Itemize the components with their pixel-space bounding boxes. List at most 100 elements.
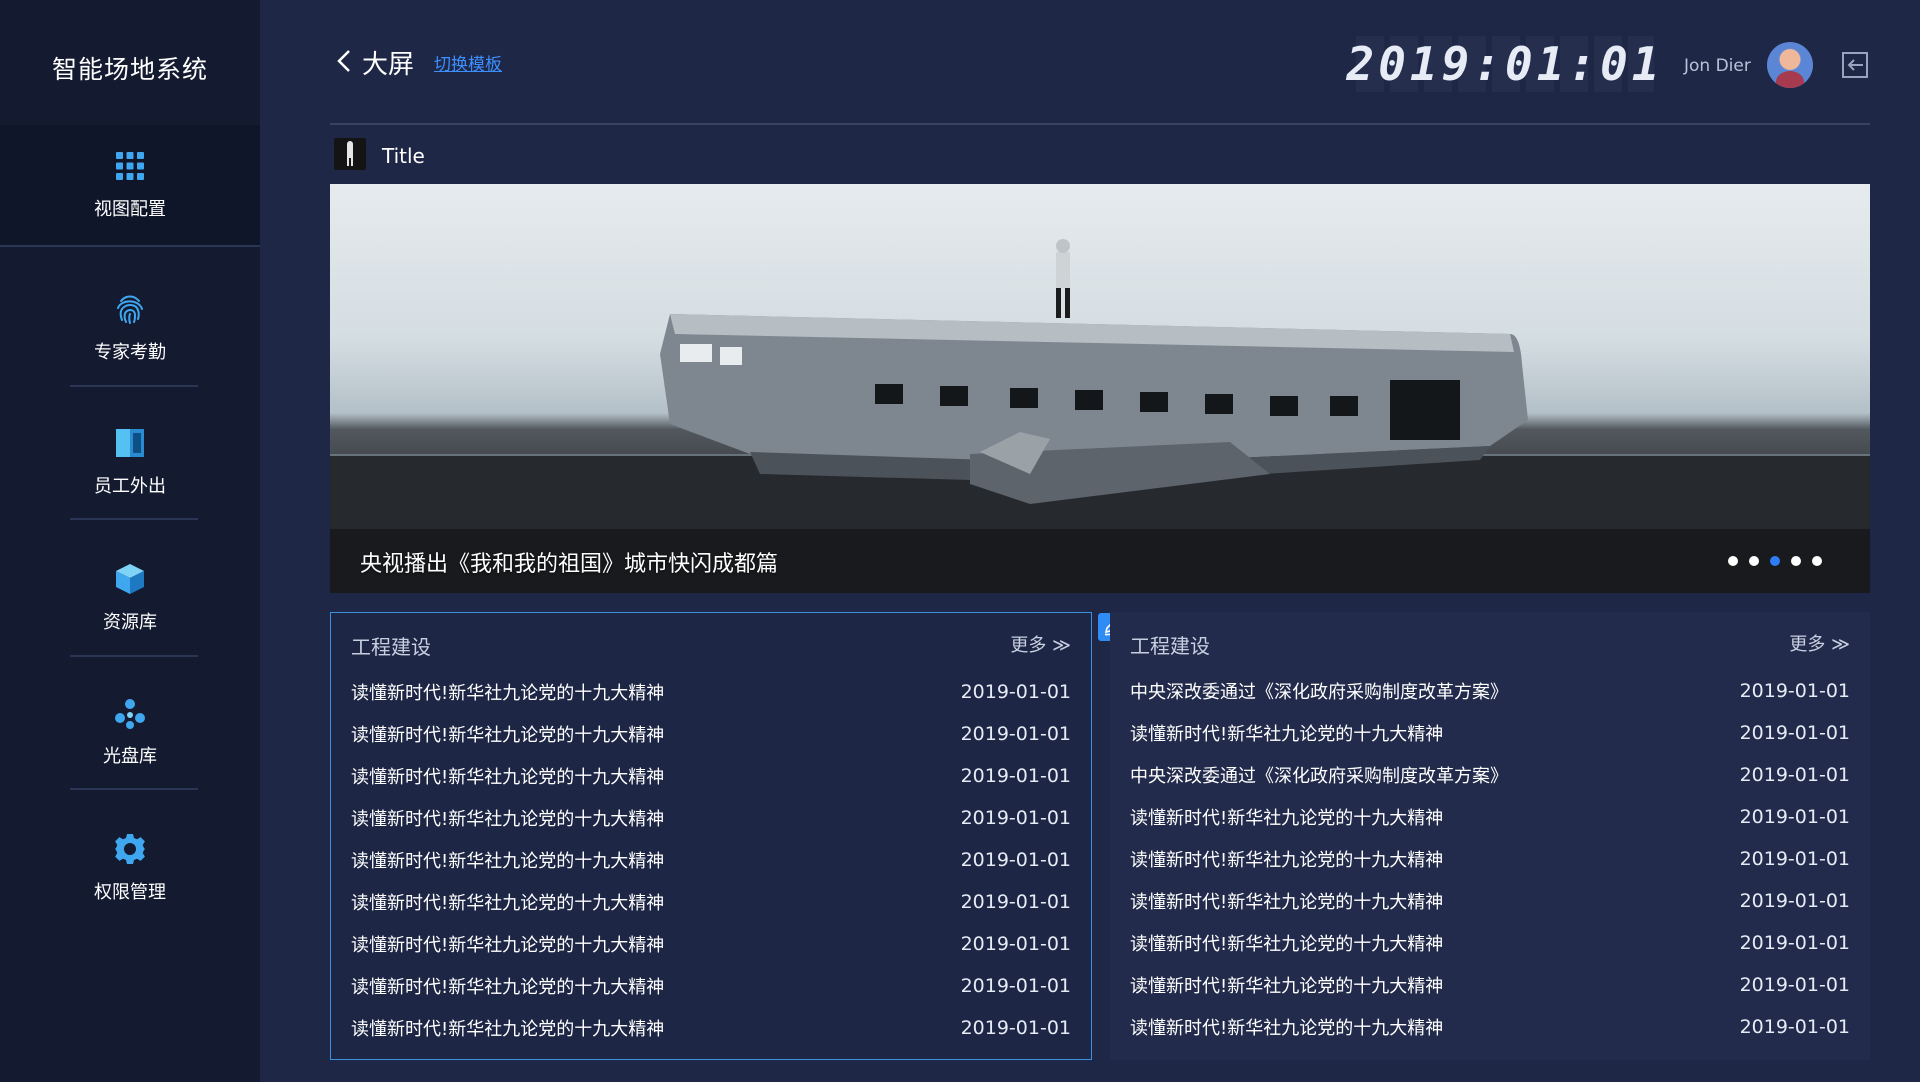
news-date: 2019-01-01 bbox=[960, 681, 1071, 703]
list-item[interactable]: 读懂新时代!新华社九论党的十九大精神 2019-01-01 bbox=[1130, 880, 1850, 922]
carousel-dot[interactable] bbox=[1728, 556, 1738, 566]
sidebar-item-view-config[interactable]: 视图配置 bbox=[0, 125, 260, 245]
grid-icon bbox=[116, 152, 144, 180]
sidebar-item-label: 专家考勤 bbox=[94, 342, 166, 363]
news-date: 2019-01-01 bbox=[960, 891, 1071, 913]
news-title: 读懂新时代!新华社九论党的十九大精神 bbox=[351, 1019, 665, 1040]
news-date: 2019-01-01 bbox=[960, 807, 1071, 829]
list-item[interactable]: 读懂新时代!新华社九论党的十九大精神 2019-01-01 bbox=[1130, 796, 1850, 838]
news-date: 2019-01-01 bbox=[1739, 1016, 1850, 1038]
switch-template-link[interactable]: 切换模板 bbox=[434, 50, 502, 75]
news-title: 读懂新时代!新华社九论党的十九大精神 bbox=[351, 977, 665, 998]
carousel-dots bbox=[1728, 556, 1822, 566]
news-title: 读懂新时代!新华社九论党的十九大精神 bbox=[1130, 934, 1444, 955]
news-date: 2019-01-01 bbox=[1739, 890, 1850, 912]
news-title: 读懂新时代!新华社九论党的十九大精神 bbox=[351, 935, 665, 956]
list-item[interactable]: 读懂新时代!新华社九论党的十九大精神 2019-01-01 bbox=[351, 671, 1071, 713]
news-panel-right: 工程建设 更多 ≫ 中央深改委通过《深化政府采购制度改革方案》 2019-01-0… bbox=[1110, 612, 1870, 1060]
news-title: 中央深改委通过《深化政府采购制度改革方案》 bbox=[1130, 682, 1508, 703]
news-title: 读懂新时代!新华社九论党的十九大精神 bbox=[1130, 976, 1444, 997]
sidebar-item-staff-out[interactable]: 员工外出 bbox=[0, 402, 260, 522]
digital-clock: 2019:01:01 bbox=[1346, 36, 1664, 92]
page-title: 大屏 bbox=[362, 50, 415, 80]
news-date: 2019-01-01 bbox=[1739, 932, 1850, 954]
news-date: 2019-01-01 bbox=[960, 723, 1071, 745]
news-title: 读懂新时代!新华社九论党的十九大精神 bbox=[1130, 808, 1444, 829]
carousel-dot[interactable] bbox=[1749, 556, 1759, 566]
news-title: 读懂新时代!新华社九论党的十九大精神 bbox=[1130, 1018, 1444, 1039]
carousel-dot[interactable] bbox=[1791, 556, 1801, 566]
sidebar-item-label: 员工外出 bbox=[94, 476, 166, 497]
news-list: 读懂新时代!新华社九论党的十九大精神 2019-01-01 读懂新时代!新华社九论… bbox=[351, 671, 1071, 1049]
news-date: 2019-01-01 bbox=[960, 765, 1071, 787]
news-title: 读懂新时代!新华社九论党的十九大精神 bbox=[1130, 850, 1444, 871]
section-thumbnail-icon bbox=[334, 138, 366, 170]
list-item[interactable]: 读懂新时代!新华社九论党的十九大精神 2019-01-01 bbox=[351, 923, 1071, 965]
sidebar: 智能场地系统 视图配置 专家考勤 员工外出 资源库 光盘库 权限管理 bbox=[0, 0, 260, 1082]
chevron-left-icon[interactable] bbox=[336, 48, 352, 74]
sidebar-item-resource-library[interactable]: 资源库 bbox=[0, 538, 260, 658]
more-link[interactable]: 更多 ≫ bbox=[1789, 630, 1850, 656]
list-item[interactable]: 读懂新时代!新华社九论党的十九大精神 2019-01-01 bbox=[351, 965, 1071, 1007]
panel-title: 工程建设 bbox=[351, 635, 431, 659]
news-date: 2019-01-01 bbox=[960, 975, 1071, 997]
news-date: 2019-01-01 bbox=[1739, 722, 1850, 744]
more-link[interactable]: 更多 ≫ bbox=[1010, 631, 1071, 657]
divider bbox=[0, 245, 260, 247]
list-item[interactable]: 中央深改委通过《深化政府采购制度改革方案》 2019-01-01 bbox=[1130, 754, 1850, 796]
list-item[interactable]: 读懂新时代!新华社九论党的十九大精神 2019-01-01 bbox=[1130, 838, 1850, 880]
news-list: 中央深改委通过《深化政府采购制度改革方案》 2019-01-01 读懂新时代!新华… bbox=[1130, 670, 1850, 1048]
news-title: 读懂新时代!新华社九论党的十九大精神 bbox=[351, 767, 665, 788]
list-item[interactable]: 读懂新时代!新华社九论党的十九大精神 2019-01-01 bbox=[351, 839, 1071, 881]
banner-caption: 央视播出《我和我的祖国》城市快闪成都篇 bbox=[360, 552, 779, 577]
list-item[interactable]: 读懂新时代!新华社九论党的十九大精神 2019-01-01 bbox=[351, 755, 1071, 797]
header-divider bbox=[330, 123, 1870, 125]
app-title: 智能场地系统 bbox=[51, 55, 208, 84]
news-title: 读懂新时代!新华社九论党的十九大精神 bbox=[351, 809, 665, 830]
news-panel-left: 工程建设 更多 ≫ 读懂新时代!新华社九论党的十九大精神 2019-01-01 读… bbox=[330, 612, 1092, 1060]
cube-icon bbox=[116, 564, 144, 594]
sidebar-item-label: 权限管理 bbox=[94, 882, 166, 903]
sidebar-item-expert-attendance[interactable]: 专家考勤 bbox=[0, 268, 260, 388]
list-item[interactable]: 读懂新时代!新华社九论党的十九大精神 2019-01-01 bbox=[351, 797, 1071, 839]
sidebar-item-disc-library[interactable]: 光盘库 bbox=[0, 672, 260, 792]
news-date: 2019-01-01 bbox=[1739, 974, 1850, 996]
banner-carousel[interactable]: 央视播出《我和我的祖国》城市快闪成都篇 bbox=[330, 184, 1870, 593]
carousel-dot[interactable] bbox=[1812, 556, 1822, 566]
section-title: Title bbox=[382, 144, 425, 168]
list-item[interactable]: 读懂新时代!新华社九论党的十九大精神 2019-01-01 bbox=[351, 1007, 1071, 1049]
list-item[interactable]: 读懂新时代!新华社九论党的十九大精神 2019-01-01 bbox=[351, 713, 1071, 755]
banner-image bbox=[330, 239, 1870, 593]
sidebar-item-label: 资源库 bbox=[103, 612, 157, 633]
sidebar-item-label: 光盘库 bbox=[103, 746, 157, 767]
news-title: 读懂新时代!新华社九论党的十九大精神 bbox=[351, 683, 665, 704]
divider bbox=[70, 518, 198, 520]
logout-icon[interactable] bbox=[1840, 50, 1870, 80]
news-title: 读懂新时代!新华社九论党的十九大精神 bbox=[351, 893, 665, 914]
panel-icon bbox=[116, 429, 144, 457]
news-date: 2019-01-01 bbox=[1739, 848, 1850, 870]
news-date: 2019-01-01 bbox=[960, 933, 1071, 955]
news-title: 读懂新时代!新华社九论党的十九大精神 bbox=[351, 725, 665, 746]
list-item[interactable]: 读懂新时代!新华社九论党的十九大精神 2019-01-01 bbox=[1130, 922, 1850, 964]
sidebar-item-permission-management[interactable]: 权限管理 bbox=[0, 808, 260, 928]
divider bbox=[70, 655, 198, 657]
list-item[interactable]: 读懂新时代!新华社九论党的十九大精神 2019-01-01 bbox=[1130, 712, 1850, 754]
news-title: 中央深改委通过《深化政府采购制度改革方案》 bbox=[1130, 766, 1508, 787]
news-date: 2019-01-01 bbox=[1739, 680, 1850, 702]
carousel-dot-active[interactable] bbox=[1770, 556, 1780, 566]
molecule-icon bbox=[115, 699, 145, 729]
list-item[interactable]: 中央深改委通过《深化政府采购制度改革方案》 2019-01-01 bbox=[1130, 670, 1850, 712]
list-item[interactable]: 读懂新时代!新华社九论党的十九大精神 2019-01-01 bbox=[1130, 1006, 1850, 1048]
list-item[interactable]: 读懂新时代!新华社九论党的十九大精神 2019-01-01 bbox=[1130, 964, 1850, 1006]
user-name: Jon Dier bbox=[1684, 56, 1751, 76]
news-date: 2019-01-01 bbox=[960, 849, 1071, 871]
avatar[interactable] bbox=[1767, 42, 1813, 88]
list-item[interactable]: 读懂新时代!新华社九论党的十九大精神 2019-01-01 bbox=[351, 881, 1071, 923]
news-date: 2019-01-01 bbox=[1739, 764, 1850, 786]
divider bbox=[70, 788, 198, 790]
news-date: 2019-01-01 bbox=[1739, 806, 1850, 828]
panel-title: 工程建设 bbox=[1130, 634, 1210, 658]
news-title: 读懂新时代!新华社九论党的十九大精神 bbox=[1130, 724, 1444, 745]
news-title: 读懂新时代!新华社九论党的十九大精神 bbox=[1130, 892, 1444, 913]
